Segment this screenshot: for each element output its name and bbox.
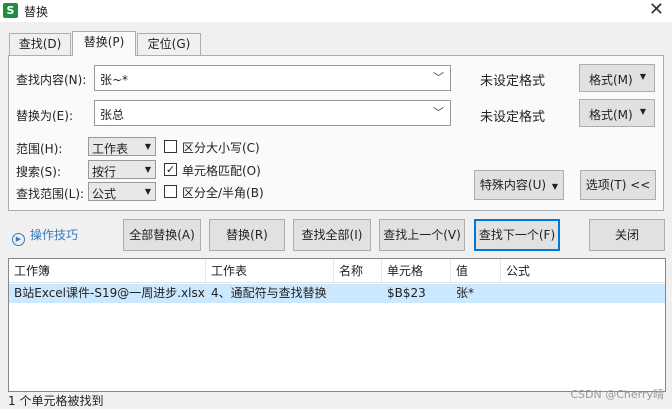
match-cell-label: 单元格匹配(O) <box>182 164 261 178</box>
column-header-sheet[interactable]: 工作表 <box>206 259 334 283</box>
result-name <box>334 284 382 303</box>
find-format-status: 未设定格式 <box>480 74 546 89</box>
find-value: 张~* <box>100 73 129 87</box>
chevron-down-icon[interactable]: ﹀ <box>433 104 444 120</box>
watermark: CSDN @Cherry晴 <box>570 388 664 401</box>
scope-value: 工作表 <box>92 142 129 156</box>
replace-format-label: 格式(M) <box>589 108 633 122</box>
play-icon: ▶ <box>12 233 25 246</box>
tab-goto[interactable]: 定位(G) <box>137 33 201 55</box>
results-list[interactable]: 工作簿 工作表 名称 单元格 值 公式 B站Excel课件-S19@一周进步.x… <box>8 258 666 392</box>
result-row[interactable]: B站Excel课件-S19@一周进步.xlsx 4、通配符与查找替换 $B$23… <box>9 284 665 303</box>
match-cell-checkbox[interactable]: ✓ <box>164 163 177 176</box>
match-width-checkbox[interactable] <box>164 185 177 198</box>
replace-all-button[interactable]: 全部替换(A) <box>123 219 201 251</box>
replace-panel: 查找内容(N): 张~* ﹀ 未设定格式 格式(M) ▼ 替换为(E): 张总 … <box>8 55 664 211</box>
find-input[interactable]: 张~* ﹀ <box>94 65 451 91</box>
find-label: 查找内容(N): <box>16 73 87 87</box>
window-title: 替换 <box>24 5 49 19</box>
result-value: 张* <box>456 286 475 300</box>
title-bar: S 替换 ✕ <box>0 0 672 22</box>
close-icon[interactable]: ✕ <box>649 0 664 20</box>
scope-select[interactable]: 工作表 ▼ <box>88 137 156 156</box>
scope-label: 范围(H): <box>16 142 63 156</box>
replace-format-button[interactable]: 格式(M) ▼ <box>579 99 655 127</box>
caret-down-icon: ▼ <box>639 72 646 81</box>
find-format-label: 格式(M) <box>589 73 633 87</box>
special-content-label: 特殊内容(U) <box>479 178 547 192</box>
match-case-checkbox[interactable] <box>164 140 177 153</box>
caret-down-icon: ▼ <box>551 182 559 191</box>
replace-format-status: 未设定格式 <box>480 110 546 125</box>
caret-down-icon: ▼ <box>144 187 151 196</box>
column-header-cell[interactable]: 单元格 <box>382 259 451 283</box>
look-in-value: 公式 <box>92 187 117 201</box>
result-cell: $B$23 <box>387 286 426 300</box>
find-format-button[interactable]: 格式(M) ▼ <box>579 64 655 92</box>
status-text: 1 个单元格被找到 <box>8 394 104 408</box>
wps-spreadsheet-icon: S <box>3 3 18 18</box>
find-next-button[interactable]: 查找下一个(F) <box>474 219 560 251</box>
search-order-label: 搜索(S): <box>16 165 62 179</box>
tips-label: 操作技巧 <box>30 228 79 242</box>
tab-replace[interactable]: 替换(P) <box>72 31 136 56</box>
match-width-label: 区分全/半角(B) <box>182 186 264 200</box>
result-workbook: B站Excel课件-S19@一周进步.xlsx <box>14 286 205 300</box>
replace-label: 替换为(E): <box>16 109 73 123</box>
result-sheet: 4、通配符与查找替换 <box>211 286 327 300</box>
column-header-formula[interactable]: 公式 <box>501 259 665 283</box>
caret-down-icon: ▼ <box>144 165 151 174</box>
results-header: 工作簿 工作表 名称 单元格 值 公式 <box>9 259 665 283</box>
look-in-select[interactable]: 公式 ▼ <box>88 182 156 201</box>
replace-value: 张总 <box>100 108 125 122</box>
tips-link[interactable]: ▶ 操作技巧 <box>12 226 78 246</box>
chevron-down-icon[interactable]: ﹀ <box>433 69 444 85</box>
match-case-label: 区分大小写(C) <box>182 141 260 155</box>
tab-find[interactable]: 查找(D) <box>9 33 71 55</box>
caret-down-icon: ▼ <box>639 107 646 116</box>
replace-input[interactable]: 张总 ﹀ <box>94 100 451 126</box>
look-in-label: 查找范围(L): <box>16 187 85 201</box>
special-content-button[interactable]: 特殊内容(U) ▼ <box>474 170 564 200</box>
replace-button[interactable]: 替换(R) <box>209 219 285 251</box>
result-formula <box>501 284 665 303</box>
options-toggle-button[interactable]: 选项(T) << <box>580 170 656 200</box>
find-all-button[interactable]: 查找全部(I) <box>293 219 371 251</box>
column-header-workbook[interactable]: 工作簿 <box>9 259 206 283</box>
column-header-value[interactable]: 值 <box>451 259 501 283</box>
search-order-select[interactable]: 按行 ▼ <box>88 160 156 179</box>
column-header-name[interactable]: 名称 <box>334 259 382 283</box>
find-previous-button[interactable]: 查找上一个(V) <box>379 219 465 251</box>
search-order-value: 按行 <box>92 165 117 179</box>
close-button[interactable]: 关闭 <box>589 219 665 251</box>
caret-down-icon: ▼ <box>144 142 151 151</box>
